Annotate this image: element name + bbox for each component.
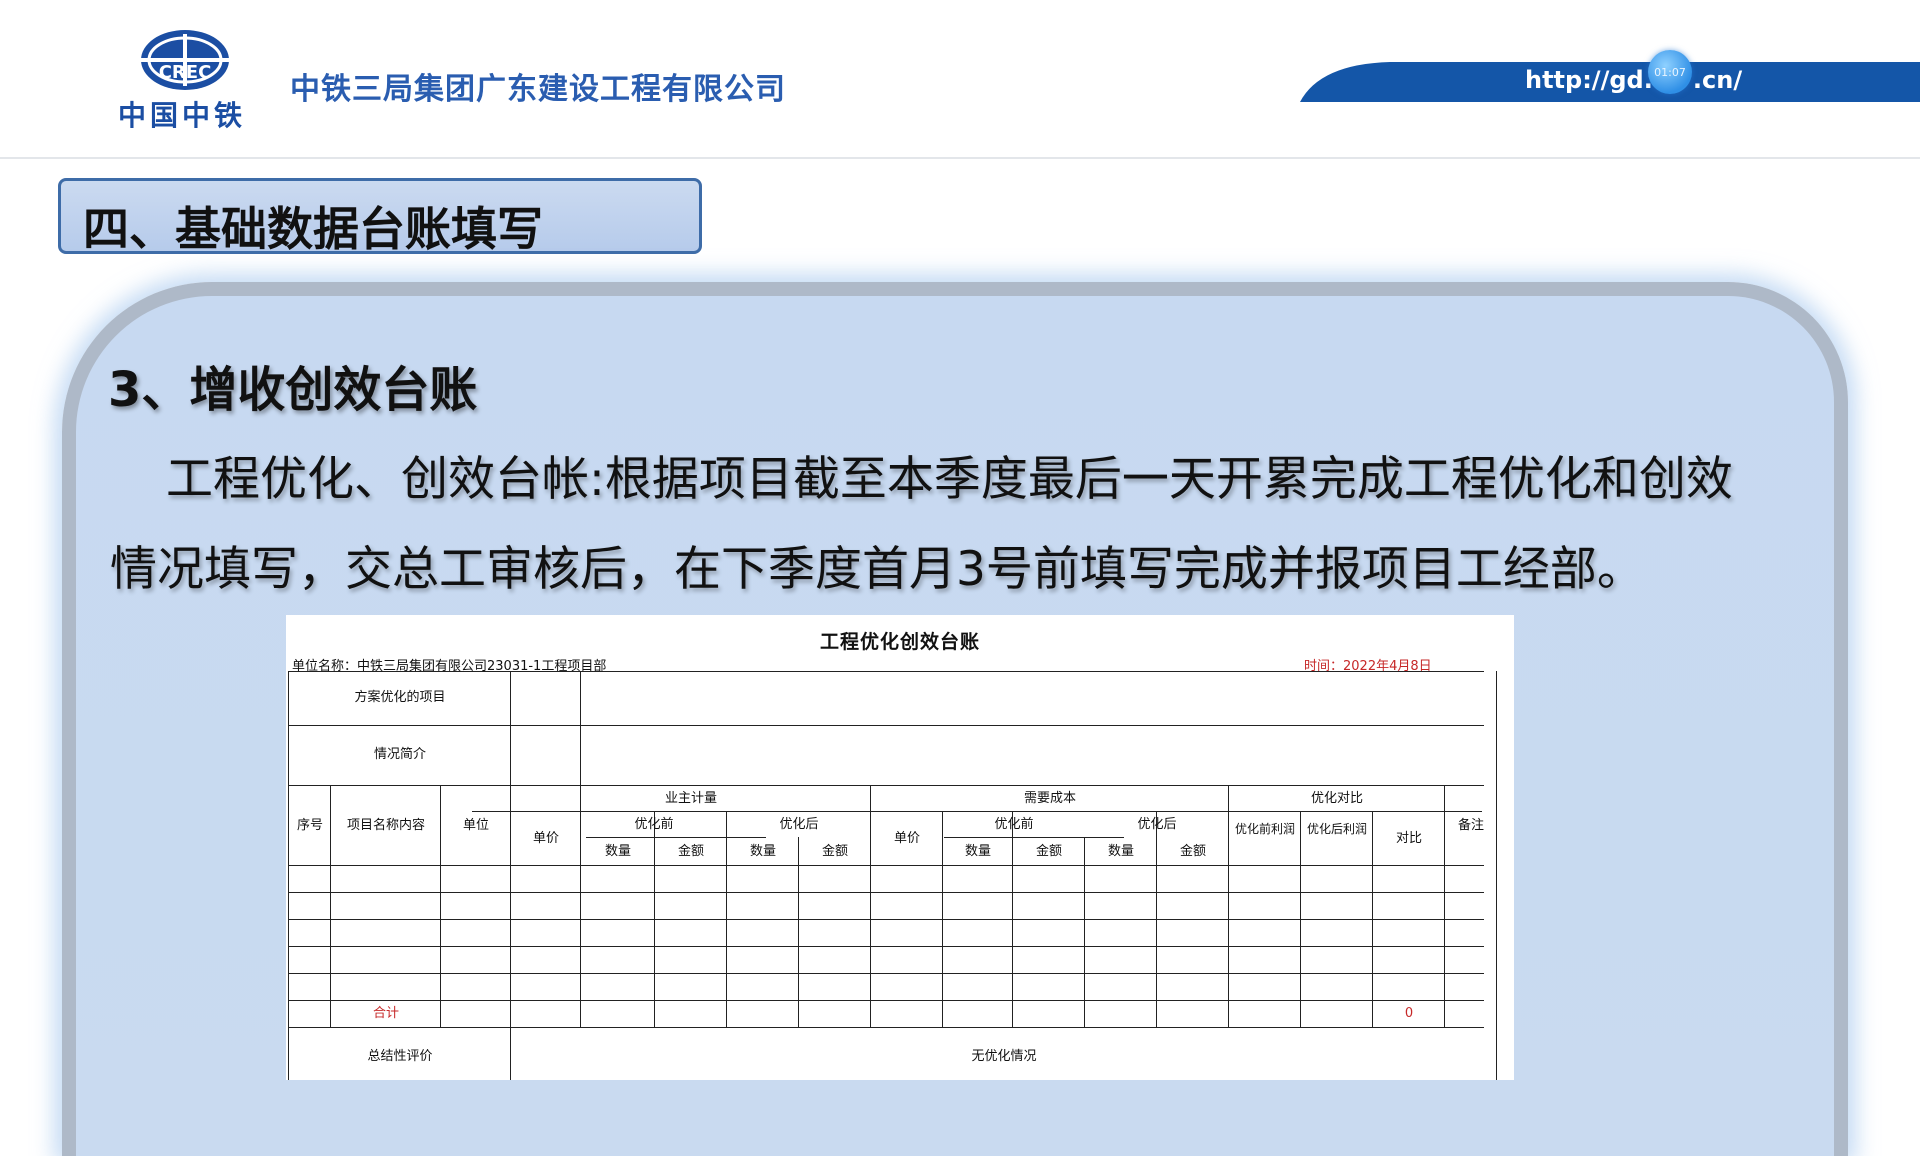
ledger-title: 工程优化创效台账 [819,631,980,653]
col-remark: 备注 [1457,818,1484,833]
grid-line [1372,811,1373,1027]
sub-after-owner: 优化后 [779,817,819,832]
col-qty: 数量 [1107,844,1134,859]
col-item: 项目名称内容 [346,818,425,833]
company-name: 中铁三局集团广东建设工程有限公司 [290,72,786,107]
grid-line [288,865,1484,866]
website-url[interactable]: http://gd.xx..cn/ [1525,66,1742,94]
ledger-table-image: 工程优化创效台账 单位名称：中铁三局集团有限公司23031-1工程项目部 时间：… [286,615,1514,1080]
grid-line [1084,837,1085,1027]
col-profit-before: 优化前利润 [1234,822,1295,836]
grid-line [1496,671,1497,1080]
grid-line [288,946,1484,947]
section-title-box: 四、基础数据台账填写 [58,178,702,256]
section-title: 四、基础数据台账填写 [83,202,543,256]
col-price-owner: 单价 [532,831,559,846]
group-optimize-compare: 优化对比 [1310,791,1363,806]
grid-line [726,811,727,1027]
col-unit: 单位 [462,818,489,833]
sub-before-cost: 优化前 [994,817,1034,832]
col-amt: 金额 [1035,844,1062,859]
grid-line [288,785,1484,786]
col-amt: 金额 [1179,844,1206,859]
col-amt: 金额 [821,844,848,859]
grid-line [798,837,799,1027]
col-qty: 数量 [749,844,776,859]
timer-badge[interactable]: 01:07 [1648,50,1692,94]
grid-line [288,1000,1484,1001]
row-label-brief: 情况简介 [373,747,426,762]
total-label: 合计 [372,1006,399,1021]
row-label-scheme: 方案优化的项目 [354,690,446,705]
summary-label: 总结性评价 [367,1049,433,1064]
logo-text: 中国中铁 [118,99,247,132]
col-qty: 数量 [964,844,991,859]
grid-line [1156,811,1157,1027]
col-ratio: 对比 [1395,831,1422,846]
grid-line [942,811,943,1027]
grid-line [330,785,331,1027]
group-owner-measure: 业主计量 [664,791,717,806]
grid-line [1444,785,1445,1027]
grid-line [510,671,511,1080]
group-required-cost: 需要成本 [1023,791,1076,806]
col-qty: 数量 [604,844,631,859]
grid-line [870,785,871,1027]
col-profit-after: 优化后利润 [1306,822,1367,836]
grid-line [586,837,766,838]
grid-line [288,892,1484,893]
grid-line [580,671,581,1027]
grid-line [288,725,1484,726]
grid-line [1300,811,1301,1027]
col-amt: 金额 [677,844,704,859]
body-text-line-1: 工程优化、创效台帐:根据项目截至本季度最后一天开累完成工程优化和创效 [166,452,1733,507]
grid-line [288,973,1484,974]
grid-line [288,671,1484,672]
grid-line [440,785,441,1027]
sub-before-owner: 优化前 [634,817,674,832]
col-price-cost: 单价 [893,831,920,846]
grid-line [288,1027,1484,1028]
svg-text:CREC: CREC [159,62,212,83]
header: CREC 中国中铁 中铁三局集团广东建设工程有限公司 http://gd.xx.… [0,0,1920,159]
grid-line [1012,811,1013,1027]
grid-line [288,919,1484,920]
grid-line [288,671,289,1080]
total-value: 0 [1404,1006,1414,1021]
grid-line [654,811,655,1027]
grid-line [944,837,1124,838]
grid-line [472,811,1482,812]
grid-line [1228,785,1229,1027]
body-text-line-2: 情况填写，交总工审核后，在下季度首月3号前填写完成并报项目工经部。 [110,542,1644,597]
subtitle: 3、增收创效台账 [108,362,478,418]
col-seq: 序号 [296,818,323,833]
summary-value: 无优化情况 [971,1049,1037,1064]
sub-after-cost: 优化后 [1137,817,1177,832]
